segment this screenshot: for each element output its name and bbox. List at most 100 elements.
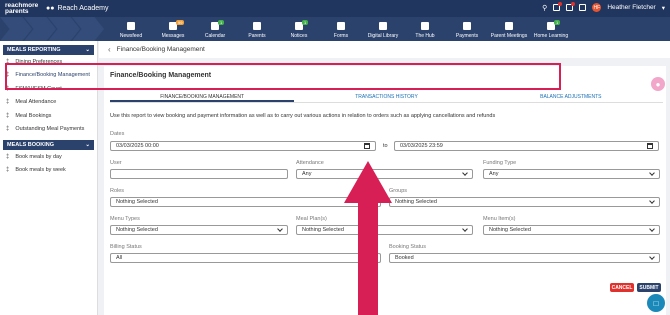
chevron-down-icon — [277, 226, 283, 232]
nav-item-calendar[interactable]: 1 Calendar — [194, 17, 236, 41]
meal-plans-label: Meal Plan(s) — [296, 216, 327, 222]
avatar[interactable]: HF — [592, 3, 602, 12]
menu-items-label: Menu Item(s) — [483, 216, 516, 222]
section-meals-booking[interactable]: MEALS BOOKING ⌄ — [3, 140, 94, 150]
roles-select[interactable]: Nothing Selected — [110, 197, 381, 207]
chevron-down-icon: ⌄ — [85, 47, 90, 53]
section-meals-reporting[interactable]: MEALS REPORTING ⌄ — [3, 45, 94, 55]
menu-types-label: Menu Types — [110, 216, 140, 222]
nav-item-payments[interactable]: Payments — [446, 17, 488, 41]
nav-label: Parents — [248, 33, 266, 39]
booking-status-label: Booking Status — [389, 244, 426, 250]
nav-label: Messages — [161, 33, 185, 39]
school-switcher[interactable]: ●● Reach Academy — [46, 5, 108, 12]
library-icon — [379, 22, 387, 30]
parents-icon — [253, 22, 261, 30]
nav-badge: 99 — [176, 20, 185, 25]
funding-type-label: Funding Type — [483, 160, 517, 166]
user-name[interactable]: Heather Fletcher — [607, 4, 655, 11]
nav-badge: 1 — [302, 20, 309, 25]
nav-label: Home Learning — [533, 33, 569, 39]
sidebar-item-label: Book meals by day — [15, 153, 62, 160]
sidebar-item-label: Meal Bookings — [15, 112, 52, 119]
sidebar-item-book-meals-by-day[interactable]: ‡ Book meals by day — [0, 150, 97, 164]
chevron-down-icon — [649, 226, 655, 232]
calendar-icon[interactable] — [647, 143, 653, 149]
nav-badge: 1 — [218, 20, 225, 25]
main-nav: Newsfeed 99 Messages 1 Calendar Parents 1 Notic… — [0, 17, 670, 41]
back-arrow-icon[interactable]: ‹ — [108, 45, 111, 54]
cutlery-icon: ‡ — [6, 99, 10, 106]
sidebar-item-meal-bookings[interactable]: ‡ Meal Bookings — [0, 109, 97, 123]
funding-type-select[interactable]: Any — [483, 169, 660, 179]
people-icon: ●● — [46, 5, 55, 12]
billing-status-label: Billing Status — [110, 244, 142, 250]
chevron-down-icon[interactable]: ▾ — [662, 4, 665, 12]
newspaper-icon — [127, 22, 135, 30]
cutlery-icon: ‡ — [6, 167, 10, 174]
cancel-button[interactable]: CANCEL — [610, 283, 634, 292]
nav-item-digital-library[interactable]: Digital Library — [362, 17, 404, 41]
sidebar-item-meal-attendance[interactable]: ‡ Meal Attendance — [0, 96, 97, 110]
dates-label: Dates — [110, 131, 125, 137]
chevron-down-icon — [649, 170, 655, 176]
nav-badge: 1 — [554, 20, 561, 25]
nav-item-notices[interactable]: 1 Notices — [278, 17, 320, 41]
school-name: Reach Academy — [57, 5, 109, 12]
help-bulb-icon[interactable]: ● — [651, 77, 665, 91]
attendance-label: Attendance — [296, 160, 324, 166]
nav-item-parents[interactable]: Parents — [236, 17, 278, 41]
apps-icon[interactable] — [579, 4, 587, 11]
booking-status-select[interactable]: Booked — [389, 253, 660, 263]
chevron-down-icon: ⌄ — [85, 142, 90, 148]
nav-label: Newsfeed — [119, 33, 143, 39]
tab-balance-adjustments[interactable]: BALANCE ADJUSTMENTS — [479, 90, 663, 102]
tab-finance-booking[interactable]: FINANCE/BOOKING MANAGEMENT — [110, 90, 295, 102]
notifications-icon[interactable] — [553, 2, 563, 11]
meetings-icon — [505, 22, 513, 30]
user-label: User — [110, 160, 122, 166]
top-bar: reachmore parents ●● Reach Academy ⚲ HF … — [0, 0, 670, 17]
hub-icon — [421, 22, 429, 30]
chevron-down-icon — [649, 254, 655, 260]
menu-items-select[interactable]: Nothing Selected — [483, 225, 660, 235]
nav-label: Digital Library — [367, 33, 399, 39]
cutlery-icon: ‡ — [6, 153, 10, 160]
cutlery-icon: ‡ — [6, 126, 10, 133]
sidebar-item-label: Meal Attendance — [15, 99, 57, 106]
chevron-down-icon — [649, 198, 655, 204]
calendar-icon[interactable] — [364, 143, 370, 149]
billing-status-select[interactable]: All — [110, 253, 381, 263]
nav-item-messages[interactable]: 99 Messages — [152, 17, 194, 41]
nav-item-home-learning[interactable]: 1 Home Learning — [530, 17, 572, 41]
chevron-down-icon — [462, 226, 468, 232]
sidebar-item-book-meals-by-week[interactable]: ‡ Book meals by week — [0, 164, 97, 178]
groups-select[interactable]: Nothing Selected — [389, 197, 660, 207]
nav-item-forms[interactable]: Forms — [320, 17, 362, 41]
nav-item-newsfeed[interactable]: Newsfeed — [110, 17, 152, 41]
menu-types-select[interactable]: Nothing Selected — [110, 225, 288, 235]
cart-icon — [463, 22, 471, 30]
nav-item-parent-meetings[interactable]: Parent Meetings — [488, 17, 530, 41]
tab-transactions-history[interactable]: TRANSACTIONS HISTORY — [294, 90, 478, 102]
to-label: to — [383, 143, 388, 149]
date-from-field[interactable]: 03/03/2025 00:00 — [110, 141, 376, 151]
form-icon — [337, 22, 345, 30]
nav-label: Forms — [333, 33, 349, 39]
description: Use this report to view booking and paym… — [110, 113, 496, 119]
sidebar-item-label: Book meals by week — [15, 167, 66, 174]
breadcrumb: ‹ Finance/Booking Management — [99, 41, 670, 58]
user-field[interactable] — [110, 169, 288, 179]
cutlery-icon: ‡ — [6, 112, 10, 119]
nav-label: Parent Meetings — [490, 33, 528, 39]
search-icon[interactable]: ⚲ — [542, 4, 547, 12]
messages-icon[interactable] — [566, 2, 576, 11]
brand-logo[interactable]: reachmore parents — [5, 2, 39, 15]
sidebar-item-outstanding-meal-payments[interactable]: ‡ Outstanding Meal Payments — [0, 123, 97, 137]
date-to-field[interactable]: 03/03/2025 23:59 — [394, 141, 659, 151]
submit-button[interactable]: SUBMIT — [637, 283, 661, 292]
nav-label: Notices — [290, 33, 308, 39]
chat-icon[interactable]: □ — [647, 294, 665, 312]
chevron-down-icon — [462, 170, 468, 176]
nav-item-the-hub[interactable]: The Hub — [404, 17, 446, 41]
